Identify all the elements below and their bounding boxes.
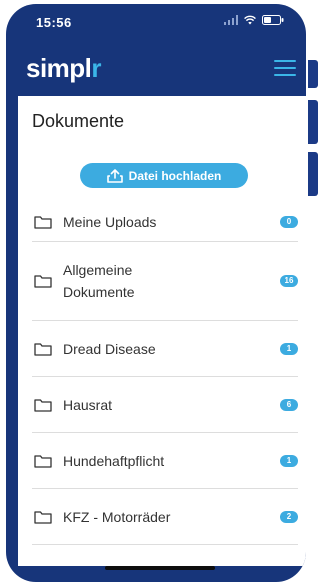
app-header: simplr	[6, 40, 306, 96]
folder-item[interactable]: KFZ - Motorräder 2	[32, 489, 298, 545]
folder-icon	[34, 510, 52, 524]
folder-icon	[34, 398, 52, 412]
folder-item[interactable]: Meine Uploads 0	[32, 203, 298, 242]
status-bar: 15:56	[6, 4, 306, 40]
battery-icon	[262, 15, 284, 25]
folder-icon	[34, 454, 52, 468]
upload-icon	[106, 168, 123, 183]
folder-label: Meine Uploads	[63, 214, 157, 230]
folder-icon	[34, 275, 52, 288]
side-button-upper	[308, 60, 318, 88]
folder-label: Hundehaftpflicht	[63, 452, 165, 469]
main-content: Dokumente Datei hochladen Meine Uploads …	[18, 96, 306, 566]
phone-frame: 15:56 simplr Dokumente Datei hochladen M…	[6, 4, 306, 582]
wifi-icon	[244, 15, 256, 25]
folder-label: Dread Disease	[63, 340, 156, 357]
folder-label: Allgemeine Dokumente	[63, 262, 135, 300]
hamburger-menu-icon[interactable]	[274, 60, 296, 76]
signal-icon	[224, 15, 238, 25]
folder-label: KFZ - Motorräder	[63, 508, 171, 525]
upload-file-label: Datei hochladen	[128, 168, 222, 183]
folder-label: Hausrat	[63, 396, 113, 413]
folder-count-badge: 6	[280, 398, 298, 411]
folder-count-badge: 0	[280, 216, 298, 228]
home-indicator[interactable]	[105, 566, 215, 570]
folder-count-badge: 2	[280, 510, 298, 523]
page-title: Dokumente	[32, 111, 125, 131]
folder-count-badge: 16	[280, 275, 298, 287]
folder-list: Meine Uploads 0 Allgemeine Dokumente 16 …	[32, 203, 298, 545]
side-button-lower	[308, 152, 318, 196]
folder-item[interactable]: Allgemeine Dokumente 16	[32, 242, 298, 321]
folder-icon	[34, 342, 52, 356]
side-button-middle	[308, 100, 318, 144]
upload-file-button[interactable]: Datei hochladen	[80, 163, 248, 188]
folder-icon	[34, 216, 52, 229]
folder-item[interactable]: Hundehaftpflicht 1	[32, 433, 298, 489]
folder-item[interactable]: Hausrat 6	[32, 377, 298, 433]
logo-text: simpl	[26, 53, 92, 83]
app-logo: simplr	[26, 53, 102, 84]
folder-count-badge: 1	[280, 342, 298, 355]
folder-item[interactable]: Dread Disease 1	[32, 321, 298, 377]
folder-count-badge: 1	[280, 454, 298, 467]
status-time: 15:56	[36, 15, 72, 30]
logo-accent: r	[91, 53, 102, 83]
status-icons	[224, 15, 284, 25]
